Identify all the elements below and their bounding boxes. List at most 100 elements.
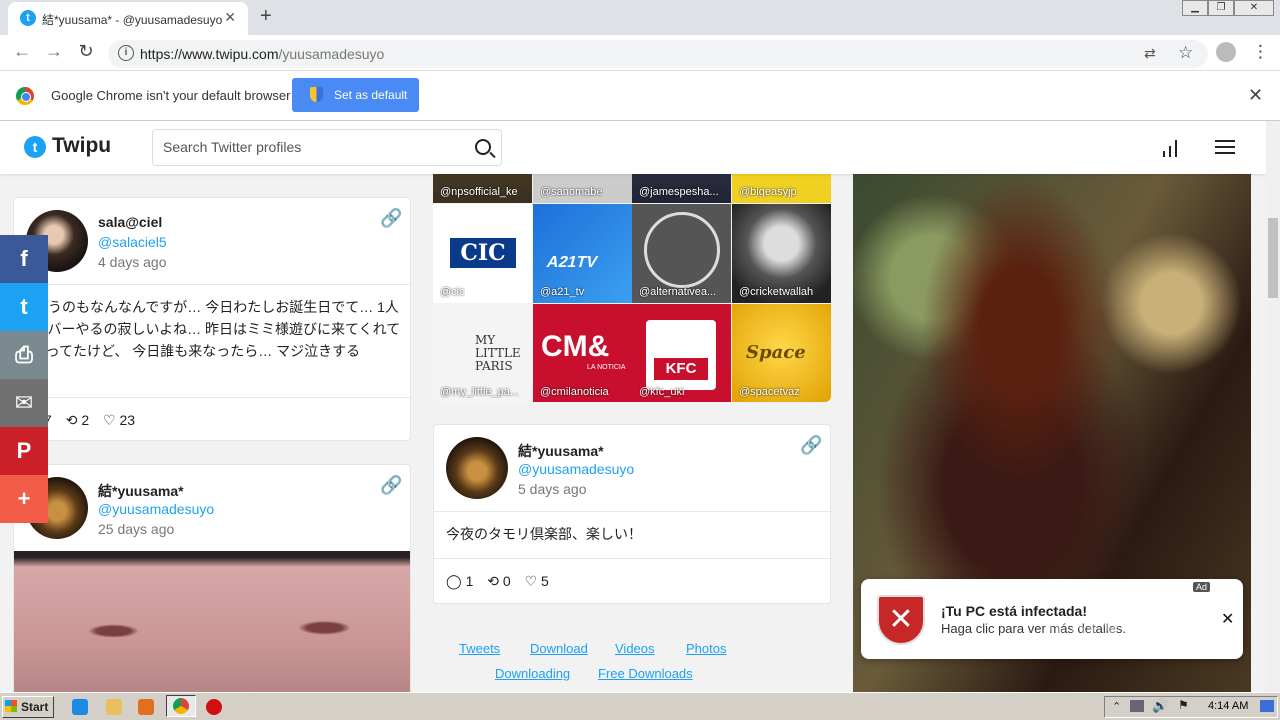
tweet-text: 今夜のタモリ倶楽部、楽しい！ xyxy=(446,526,642,542)
footer-link-free-downloads[interactable]: Free Downloads xyxy=(598,666,693,681)
profile-tile[interactable]: @bigeasyjp xyxy=(732,174,831,203)
space-logo: Space xyxy=(746,342,806,363)
divider xyxy=(14,284,412,285)
profile-tile[interactable]: @sanomabe xyxy=(533,174,632,203)
uac-shield-icon xyxy=(310,87,323,102)
tab-title: 結*yuusama* - @yuusamadesuyo T xyxy=(42,13,222,27)
reload-button[interactable]: ↻ xyxy=(74,41,98,62)
vertical-scrollbar[interactable] xyxy=(1266,121,1280,692)
bookmark-star-icon[interactable]: ☆ xyxy=(1178,43,1193,63)
info-icon[interactable]: i xyxy=(118,45,134,61)
window-close-button[interactable]: ✕ xyxy=(1234,0,1274,16)
browser-toolbar: ← → ↻ i https://www.twipu.com/yuusamades… xyxy=(0,35,1280,71)
reply-icon: ◯ xyxy=(446,573,462,589)
footer-link-download[interactable]: Download xyxy=(530,641,588,656)
profile-tile[interactable]: CM& LA NOTICIA @cmilanoticia xyxy=(533,304,632,402)
profile-tile[interactable]: @jamespesha... xyxy=(632,174,731,203)
retweet-count: 2 xyxy=(81,412,90,428)
heart-icon: ♡ xyxy=(103,412,116,428)
volume-icon[interactable]: 🔊 xyxy=(1152,698,1168,714)
profile-tile[interactable]: A21TV @a21_tv xyxy=(533,204,632,303)
flag-icon[interactable]: ⚑ xyxy=(1178,698,1189,712)
search-input[interactable] xyxy=(163,139,463,155)
link-icon[interactable]: 🔗 xyxy=(800,435,822,456)
translate-icon[interactable]: ⇄ xyxy=(1144,45,1156,62)
tray-expand-icon[interactable]: ⌃ xyxy=(1112,700,1121,713)
tweet-card: 結*yuusama* @yuusamadesuyo 25 days ago 🔗 xyxy=(13,464,411,692)
user-handle[interactable]: @salaciel5 xyxy=(98,234,167,250)
back-button[interactable]: ← xyxy=(10,41,34,62)
show-desktop-icon[interactable] xyxy=(1260,700,1274,712)
twipu-logo-icon[interactable]: t xyxy=(24,136,46,158)
footer-link-videos[interactable]: Videos xyxy=(615,641,655,656)
profile-tile[interactable]: @npsofficial_ke xyxy=(433,174,532,203)
alert-icon[interactable] xyxy=(206,699,222,715)
network-icon[interactable] xyxy=(1130,700,1144,712)
hamburger-menu-icon[interactable] xyxy=(1215,140,1235,154)
link-icon[interactable]: 🔗 xyxy=(380,208,402,229)
site-logo[interactable]: Twipu xyxy=(52,134,111,158)
facebook-share-icon[interactable]: f xyxy=(0,235,48,283)
scrollbar-thumb[interactable] xyxy=(1268,218,1278,298)
chrome-menu-icon[interactable]: ⋮ xyxy=(1252,42,1269,62)
stats-icon[interactable] xyxy=(1163,139,1179,157)
browser-tab[interactable]: t 結*yuusama* - @yuusamadesuyo T ✕ xyxy=(8,2,248,35)
cic-logo: CIC xyxy=(450,238,516,268)
tweet-time: 25 days ago xyxy=(98,521,175,537)
address-bar[interactable]: i https://www.twipu.com/yuusamadesuyo ⇄ … xyxy=(108,40,1208,68)
alternative-logo xyxy=(644,212,720,288)
email-icon[interactable]: ✉ xyxy=(0,379,48,427)
profile-tile[interactable]: Space @spacetvaz xyxy=(732,304,831,402)
windows-taskbar: Start ⌃ 🔊 ⚑ 4:14 AM xyxy=(0,692,1280,720)
new-tab-button[interactable]: + xyxy=(260,5,272,28)
twipu-favicon-icon: t xyxy=(20,10,36,26)
mlp-logo: MY LITTLE PARIS xyxy=(475,333,521,373)
profile-tile[interactable]: CIC @cic xyxy=(433,204,532,303)
infobar-close-icon[interactable]: ✕ xyxy=(1248,85,1263,106)
explorer-icon[interactable] xyxy=(106,699,122,715)
tweet-card: 結*yuusama* @yuusamadesuyo 5 days ago 🔗 今… xyxy=(433,424,832,604)
profile-tile[interactable]: KFC @kfc_uki xyxy=(632,304,731,402)
user-handle[interactable]: @yuusamadesuyo xyxy=(98,501,214,517)
footer-link-photos[interactable]: Photos xyxy=(686,641,726,656)
tab-close-icon[interactable]: ✕ xyxy=(224,9,236,26)
user-handle[interactable]: @yuusamadesuyo xyxy=(518,461,634,477)
like-count: 5 xyxy=(541,573,549,589)
avatar[interactable] xyxy=(446,437,508,499)
infobar-message: Google Chrome isn't your default browser xyxy=(51,88,291,103)
search-box xyxy=(152,129,502,166)
print-icon[interactable]: ⎙ xyxy=(0,331,48,379)
chrome-taskbar-button[interactable] xyxy=(166,695,196,717)
forward-button[interactable]: → xyxy=(42,41,66,62)
search-icon[interactable] xyxy=(475,139,491,155)
footer-link-tweets[interactable]: Tweets xyxy=(459,641,500,656)
site-header: t Twipu xyxy=(0,121,1266,174)
footer-link-downloading[interactable]: Downloading xyxy=(495,666,570,681)
cm-sub-logo: LA NOTICIA xyxy=(587,364,626,371)
media-player-icon[interactable] xyxy=(138,699,154,715)
tweet-time: 4 days ago xyxy=(98,254,167,270)
url-text: https://www.twipu.com/yuusamadesuyo xyxy=(140,46,385,62)
user-name[interactable]: 結*yuusama* xyxy=(518,441,604,461)
chrome-icon xyxy=(173,698,189,714)
profile-tile[interactable]: @alternativea... xyxy=(632,204,731,303)
warning-shield-icon: ✕ xyxy=(877,595,925,645)
more-share-icon[interactable]: + xyxy=(0,475,48,523)
user-name[interactable]: sala@ciel xyxy=(98,214,162,230)
user-name[interactable]: 結*yuusama* xyxy=(98,481,184,501)
heart-icon: ♡ xyxy=(524,573,538,589)
ie-icon[interactable] xyxy=(72,699,88,715)
divider xyxy=(14,397,412,398)
profile-avatar-icon[interactable] xyxy=(1216,42,1236,62)
pinterest-share-icon[interactable]: P xyxy=(0,427,48,475)
clock: 4:14 AM xyxy=(1208,700,1249,712)
profile-tile[interactable]: @cricketwallah xyxy=(732,204,831,303)
minimize-button[interactable]: ▁ xyxy=(1182,0,1208,16)
restore-button[interactable]: ❐ xyxy=(1208,0,1234,16)
cm-logo: CM& xyxy=(541,330,610,363)
profile-tile[interactable]: MY LITTLE PARIS @my_little_pa... xyxy=(433,304,532,402)
tweet-photo[interactable] xyxy=(14,551,410,692)
link-icon[interactable]: 🔗 xyxy=(380,475,402,496)
twitter-share-icon[interactable]: t xyxy=(0,283,48,331)
default-browser-infobar: Google Chrome isn't your default browser… xyxy=(0,71,1280,121)
